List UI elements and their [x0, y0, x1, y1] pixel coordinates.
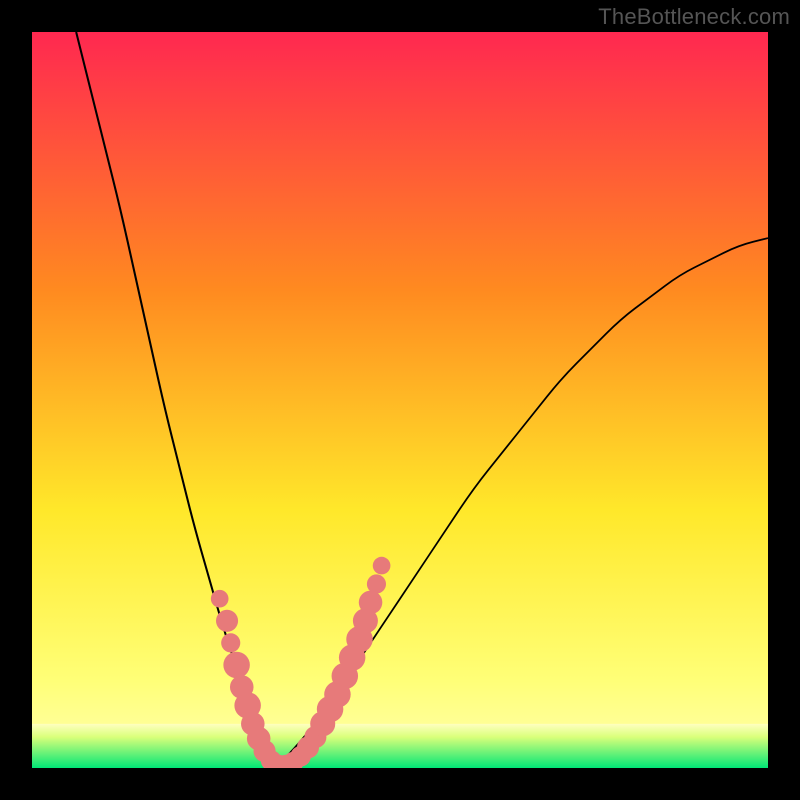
watermark-text: TheBottleneck.com [598, 4, 790, 30]
salmon-marker [367, 574, 386, 593]
salmon-marker [223, 652, 249, 678]
salmon-marker [373, 557, 391, 575]
green-band [32, 724, 768, 768]
salmon-marker [359, 591, 383, 615]
salmon-marker [211, 590, 229, 608]
gradient-background [32, 32, 768, 768]
salmon-marker [216, 610, 238, 632]
salmon-marker [221, 633, 240, 652]
chart-container: TheBottleneck.com [0, 0, 800, 800]
bottleneck-chart [32, 32, 768, 768]
